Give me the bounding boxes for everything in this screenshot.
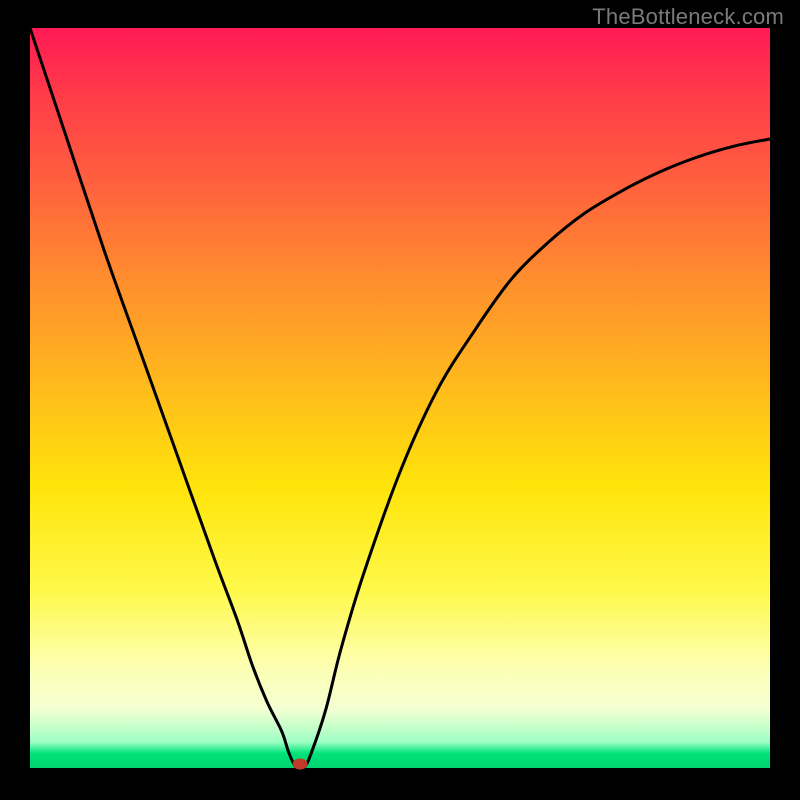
plot-area bbox=[30, 28, 770, 768]
watermark-text: TheBottleneck.com bbox=[592, 4, 784, 30]
bottleneck-curve-path bbox=[30, 28, 770, 770]
chart-stage: TheBottleneck.com bbox=[0, 0, 800, 800]
curve-svg bbox=[30, 28, 770, 768]
minimum-marker bbox=[293, 759, 307, 769]
